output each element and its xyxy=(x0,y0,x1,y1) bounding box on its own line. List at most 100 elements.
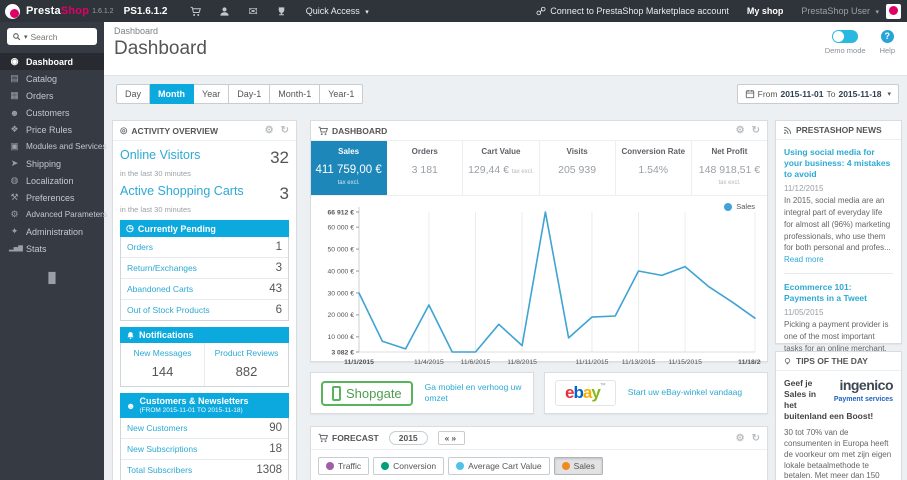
messages-icon[interactable]: ✉ xyxy=(248,5,257,18)
sidebar-item-shipping[interactable]: ➤ Shipping xyxy=(0,155,104,172)
range-month-1-button[interactable]: Month-1 xyxy=(270,84,321,104)
advanced-parameters-icon: ⚙ xyxy=(10,209,19,219)
breadcrumb[interactable]: Dashboard xyxy=(104,22,907,36)
sidebar-item-stats[interactable]: ▂▅▇ Stats xyxy=(0,240,104,257)
online-visitors-value: 32 xyxy=(270,148,289,167)
brand-shop: Shop xyxy=(60,5,90,17)
sidebar-item-customers[interactable]: ☻ Customers xyxy=(0,104,104,121)
search-scope-caret[interactable]: ▾ xyxy=(24,33,28,41)
active-carts-link[interactable]: Active Shopping Carts xyxy=(120,184,244,198)
sidebar-item-advanced-parameters[interactable]: ⚙ Advanced Parameters xyxy=(0,206,107,223)
kpi-orders[interactable]: Orders 3 181 xyxy=(387,141,464,195)
kpi-sales[interactable]: Sales 411 759,00 € tax excl. xyxy=(311,141,388,195)
svg-text:66 912 €: 66 912 € xyxy=(328,209,355,216)
user-menu[interactable]: PrestaShop User ▾ xyxy=(801,6,879,16)
forecast-cart-icon xyxy=(318,433,328,443)
range-day-1-button[interactable]: Day-1 xyxy=(229,84,271,104)
kpi-conversion-rate[interactable]: Conversion Rate 1.54% xyxy=(616,141,692,195)
svg-text:11/13/2015: 11/13/2015 xyxy=(622,359,656,366)
ebay-logo[interactable]: ebay™ xyxy=(555,380,616,406)
panel-settings-icon[interactable]: ⚙ xyxy=(265,125,274,136)
svg-text:11/1/2015: 11/1/2015 xyxy=(344,359,374,366)
new-messages-cell[interactable]: New Messages 144 xyxy=(121,343,204,386)
range-day-button[interactable]: Day xyxy=(116,84,151,104)
sidebar-search[interactable]: ▾ xyxy=(7,28,97,45)
my-shop-link[interactable]: My shop xyxy=(747,6,784,16)
help-icon[interactable]: ? xyxy=(880,30,894,43)
sidebar-item-dashboard[interactable]: ◉ Dashboard xyxy=(0,53,104,70)
new-customers-row[interactable]: New Customers 90 xyxy=(121,418,288,438)
help-control[interactable]: ? Help xyxy=(880,30,895,55)
sidebar-item-administration[interactable]: ✦ Administration xyxy=(0,223,104,240)
read-more-link[interactable]: Read more xyxy=(784,255,824,264)
phone-icon xyxy=(332,385,341,401)
forecast-cart-value-toggle[interactable]: Average Cart Value xyxy=(448,457,550,475)
sidebar-collapse-toggle[interactable]: ▐▌ xyxy=(0,273,104,284)
sidebar-item-catalog[interactable]: ▤ Catalog xyxy=(0,70,104,87)
next-year-icon[interactable]: » xyxy=(451,433,458,443)
shopgate-banner: Shopgate Ga mobiel en verhoog uw omzet xyxy=(310,372,534,414)
range-year-button[interactable]: Year xyxy=(194,84,230,104)
trophy-icon[interactable] xyxy=(276,6,287,17)
legend-sales-dot xyxy=(724,202,733,211)
traffic-dot xyxy=(326,462,334,470)
svg-text:40 000 €: 40 000 € xyxy=(328,268,355,275)
forecast-sales-toggle[interactable]: Sales xyxy=(553,457,603,475)
quick-access-menu[interactable]: Quick Access ▾ xyxy=(306,6,369,16)
forecast-nav[interactable]: «» xyxy=(437,431,466,445)
out-of-stock-row[interactable]: Out of Stock Products 6 xyxy=(121,299,288,320)
panel-refresh-icon[interactable]: ↻ xyxy=(752,433,760,444)
range-year-1-button[interactable]: Year-1 xyxy=(320,84,364,104)
pending-returns-row[interactable]: Return/Exchanges 3 xyxy=(121,257,288,278)
shopgate-link[interactable]: Ga mobiel en verhoog uw omzet xyxy=(425,382,523,404)
cart-icon[interactable] xyxy=(190,6,202,17)
price-rules-icon: ❖ xyxy=(10,124,19,134)
forecast-year[interactable]: 2015 xyxy=(388,431,428,445)
sidebar-item-orders[interactable]: ▦ Orders xyxy=(0,87,104,104)
kpi-net-profit[interactable]: Net Profit 148 918,51 € tax excl. xyxy=(692,141,767,195)
shopgate-logo[interactable]: Shopgate xyxy=(321,380,413,406)
panel-settings-icon[interactable]: ⚙ xyxy=(736,125,745,136)
pending-orders-row[interactable]: Orders 1 xyxy=(121,237,288,257)
range-month-button[interactable]: Month xyxy=(150,84,195,104)
demo-mode-toggle[interactable] xyxy=(832,30,859,43)
sidebar-item-preferences[interactable]: ⚒ Preferences xyxy=(0,189,104,206)
customers-icon: ☻ xyxy=(9,107,20,118)
abandoned-carts-row[interactable]: Abandoned Carts 43 xyxy=(121,278,288,299)
search-input[interactable] xyxy=(30,31,81,42)
tips-panel-title: TIPS OF THE DAY xyxy=(796,356,868,366)
ingenico-logo[interactable]: ingenico Payment services xyxy=(827,378,894,404)
panel-refresh-icon[interactable]: ↻ xyxy=(281,125,289,136)
active-carts-value: 3 xyxy=(279,184,289,203)
new-subscriptions-row[interactable]: New Subscriptions 18 xyxy=(121,438,288,459)
total-subscribers-row[interactable]: Total Subscribers 1308 xyxy=(121,459,288,480)
online-visitors-link[interactable]: Online Visitors xyxy=(120,148,200,162)
dashboard-panel-title: DASHBOARD xyxy=(332,125,388,136)
user-icon[interactable] xyxy=(219,6,230,17)
sidebar-item-price-rules[interactable]: ❖ Price Rules xyxy=(0,121,104,138)
panel-settings-icon[interactable]: ⚙ xyxy=(736,433,745,444)
news-article-title[interactable]: Ecommerce 101: Payments in a Tweet xyxy=(784,282,893,304)
demo-mode-control[interactable]: Demo mode xyxy=(825,30,866,55)
marketplace-link[interactable]: Connect to PrestaShop Marketplace accoun… xyxy=(536,6,729,16)
sidebar-item-localization[interactable]: ◍ Localization xyxy=(0,172,104,189)
dashboard-icon: ◉ xyxy=(10,56,19,66)
svg-text:30 000 €: 30 000 € xyxy=(328,290,355,297)
user-avatar[interactable] xyxy=(886,3,901,19)
ebay-link[interactable]: Start uw eBay-winkel vandaag xyxy=(628,387,742,398)
forecast-traffic-toggle[interactable]: Traffic xyxy=(318,457,370,475)
product-reviews-cell[interactable]: Product Reviews 882 xyxy=(204,343,288,386)
svg-text:10 000 €: 10 000 € xyxy=(328,334,355,341)
forecast-conversion-toggle[interactable]: Conversion xyxy=(373,457,445,475)
date-range-picker[interactable]: From 2015-11-01 To 2015-11-18 ▾ xyxy=(736,84,899,104)
forecast-legend: Traffic Conversion Average Cart Value Sa… xyxy=(311,450,767,480)
panel-refresh-icon[interactable]: ↻ xyxy=(752,125,760,136)
kpi-cart-value[interactable]: Cart Value 129,44 € tax excl. xyxy=(463,141,540,195)
top-bar: PrestaShop 1.6.1.2 PS1.6.1.2 ✉ Quick Acc… xyxy=(0,0,907,22)
news-article-title[interactable]: Using social media for your business: 4 … xyxy=(784,147,893,180)
svg-text:20 000 €: 20 000 € xyxy=(328,312,355,319)
kpi-visits[interactable]: Visits 205 939 xyxy=(540,141,616,195)
svg-text:11/15/2015: 11/15/2015 xyxy=(668,359,702,366)
dashboard-panel: DASHBOARD ⚙ ↻ Sales 411 759,00 € tax excl.… xyxy=(310,120,768,366)
sidebar-item-modules[interactable]: ▣ Modules and Services xyxy=(0,138,106,155)
